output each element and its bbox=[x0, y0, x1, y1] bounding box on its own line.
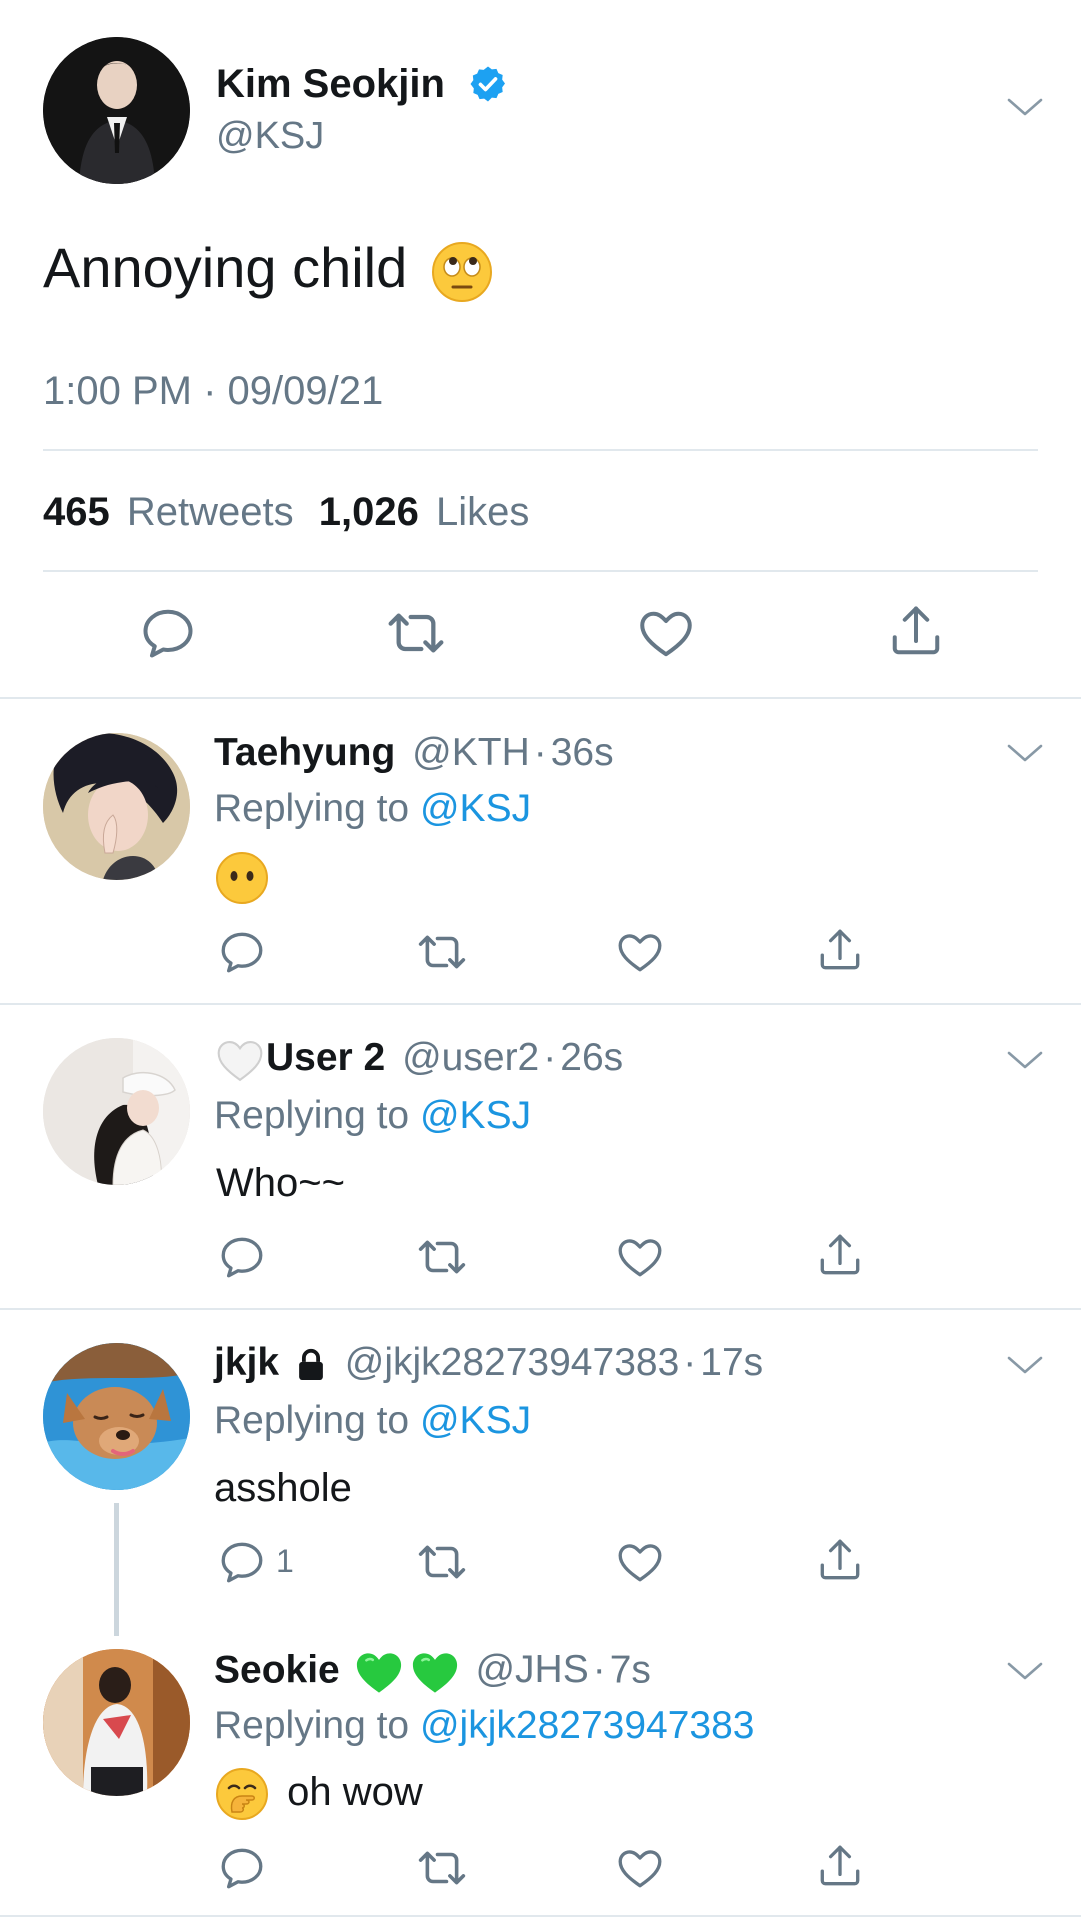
like-icon[interactable] bbox=[615, 1232, 665, 1282]
retweet-icon[interactable] bbox=[415, 925, 469, 979]
like-icon[interactable] bbox=[615, 927, 665, 977]
share-icon[interactable] bbox=[886, 601, 946, 661]
replying-to-label: Replying to bbox=[214, 1704, 410, 1747]
green-heart-icon bbox=[409, 1646, 461, 1698]
dot-separator: · bbox=[543, 1036, 557, 1079]
chevron-down-icon[interactable] bbox=[1005, 740, 1045, 768]
divider bbox=[0, 1308, 1081, 1310]
likes-stat[interactable]: 1,026 Likes bbox=[319, 490, 530, 534]
replying-to: Replying to @KSJ bbox=[214, 1398, 531, 1444]
reply-icon[interactable] bbox=[217, 1537, 267, 1587]
dot-separator: · bbox=[683, 1341, 697, 1384]
face-with-hand-over-mouth-emoji-icon bbox=[216, 1768, 268, 1821]
author-handle[interactable]: @jkjk28273947383 bbox=[345, 1341, 680, 1384]
reply-icon[interactable] bbox=[217, 927, 267, 977]
share-icon[interactable] bbox=[815, 1841, 865, 1891]
replying-to-label: Replying to bbox=[214, 1399, 410, 1442]
likes-count: 1,026 bbox=[318, 490, 419, 534]
author-handle[interactable]: @JHS bbox=[475, 1648, 588, 1691]
reply-text: Who~~ bbox=[216, 1161, 345, 1205]
chevron-down-icon[interactable] bbox=[1005, 94, 1045, 122]
reply-time[interactable]: 17s bbox=[700, 1341, 763, 1384]
reply-icon[interactable] bbox=[217, 1232, 267, 1282]
white-heart-icon bbox=[214, 1037, 266, 1083]
replying-to: Replying to @KSJ bbox=[214, 786, 531, 832]
retweet-icon[interactable] bbox=[384, 601, 448, 665]
retweets-stat[interactable]: 465 Retweets bbox=[43, 490, 305, 534]
like-icon[interactable] bbox=[615, 1843, 665, 1893]
reply-time[interactable]: 7s bbox=[610, 1648, 651, 1691]
replying-to-link[interactable]: @KSJ bbox=[420, 1094, 531, 1137]
chevron-down-icon[interactable] bbox=[1005, 1658, 1045, 1686]
replying-to: Replying to @jkjk28273947383 bbox=[214, 1703, 754, 1749]
dot-separator: · bbox=[592, 1648, 606, 1692]
divider bbox=[0, 1915, 1081, 1917]
reply-header: User 2 @user2 · 26s bbox=[214, 1035, 623, 1083]
chevron-down-icon[interactable] bbox=[1005, 1047, 1045, 1075]
reply-text: asshole bbox=[214, 1466, 352, 1510]
tweet-text: Annoying child bbox=[43, 236, 493, 303]
avatar[interactable] bbox=[43, 1649, 190, 1796]
avatar[interactable] bbox=[43, 37, 190, 184]
retweets-label: Retweets bbox=[126, 490, 294, 534]
lock-icon bbox=[292, 1346, 330, 1384]
author-handle[interactable]: @KSJ bbox=[216, 114, 324, 158]
reply-text: oh wow bbox=[216, 1766, 423, 1821]
green-heart-icon bbox=[353, 1646, 405, 1698]
author-name[interactable]: Kim Seokjin bbox=[216, 62, 445, 106]
dot-separator: · bbox=[533, 731, 547, 774]
retweets-count: 465 bbox=[43, 490, 110, 534]
share-icon[interactable] bbox=[815, 1230, 865, 1280]
retweet-icon[interactable] bbox=[415, 1841, 469, 1895]
reply-time[interactable]: 36s bbox=[551, 731, 614, 774]
chevron-down-icon[interactable] bbox=[1005, 1352, 1045, 1380]
reply-icon[interactable] bbox=[217, 1843, 267, 1893]
author-name[interactable]: Seokie bbox=[214, 1648, 340, 1691]
like-icon[interactable] bbox=[615, 1537, 665, 1587]
reply-header: Taehyung @KTH · 36s bbox=[214, 730, 614, 776]
replying-to-link[interactable]: @jkjk28273947383 bbox=[420, 1704, 755, 1747]
tweet-stats: 465 Retweets 1,026 Likes bbox=[43, 489, 529, 535]
divider bbox=[0, 697, 1081, 699]
likes-label: Likes bbox=[435, 490, 530, 534]
reply-text-content: oh wow bbox=[287, 1770, 423, 1814]
divider bbox=[43, 570, 1038, 572]
rolling-eyes-emoji-icon bbox=[431, 241, 493, 303]
thread-line bbox=[114, 1503, 119, 1636]
avatar[interactable] bbox=[43, 733, 190, 880]
divider bbox=[43, 449, 1038, 451]
like-icon[interactable] bbox=[636, 603, 696, 663]
reply-count[interactable]: 1 bbox=[276, 1542, 294, 1580]
divider bbox=[0, 1003, 1081, 1005]
reply-header: jkjk @jkjk28273947383 · 17s bbox=[214, 1340, 763, 1386]
author-name[interactable]: User 2 bbox=[266, 1036, 385, 1079]
tweet-text-content: Annoying child bbox=[43, 236, 408, 299]
verified-badge-icon bbox=[468, 64, 508, 104]
author-name[interactable]: Taehyung bbox=[214, 731, 395, 774]
author-handle[interactable]: @KTH bbox=[412, 731, 530, 774]
share-icon[interactable] bbox=[815, 1535, 865, 1585]
replying-to-label: Replying to bbox=[214, 1094, 410, 1137]
reply-icon[interactable] bbox=[138, 603, 198, 663]
reply-header: Seokie @JHS · 7s bbox=[214, 1646, 651, 1698]
face-without-mouth-emoji-icon bbox=[216, 852, 268, 904]
avatar[interactable] bbox=[43, 1038, 190, 1185]
avatar[interactable] bbox=[43, 1343, 190, 1490]
reply-text bbox=[216, 852, 268, 904]
author-name[interactable]: jkjk bbox=[214, 1341, 279, 1384]
replying-to-label: Replying to bbox=[214, 787, 410, 830]
retweet-icon[interactable] bbox=[415, 1535, 469, 1589]
retweet-icon[interactable] bbox=[415, 1230, 469, 1284]
replying-to-link[interactable]: @KSJ bbox=[420, 1399, 531, 1442]
share-icon[interactable] bbox=[815, 925, 865, 975]
tweet-timestamp[interactable]: 1:00 PM · 09/09/21 bbox=[43, 368, 383, 414]
author-handle[interactable]: @user2 bbox=[402, 1036, 539, 1079]
reply-time[interactable]: 26s bbox=[560, 1036, 623, 1079]
replying-to-link[interactable]: @KSJ bbox=[420, 787, 531, 830]
replying-to: Replying to @KSJ bbox=[214, 1093, 531, 1139]
